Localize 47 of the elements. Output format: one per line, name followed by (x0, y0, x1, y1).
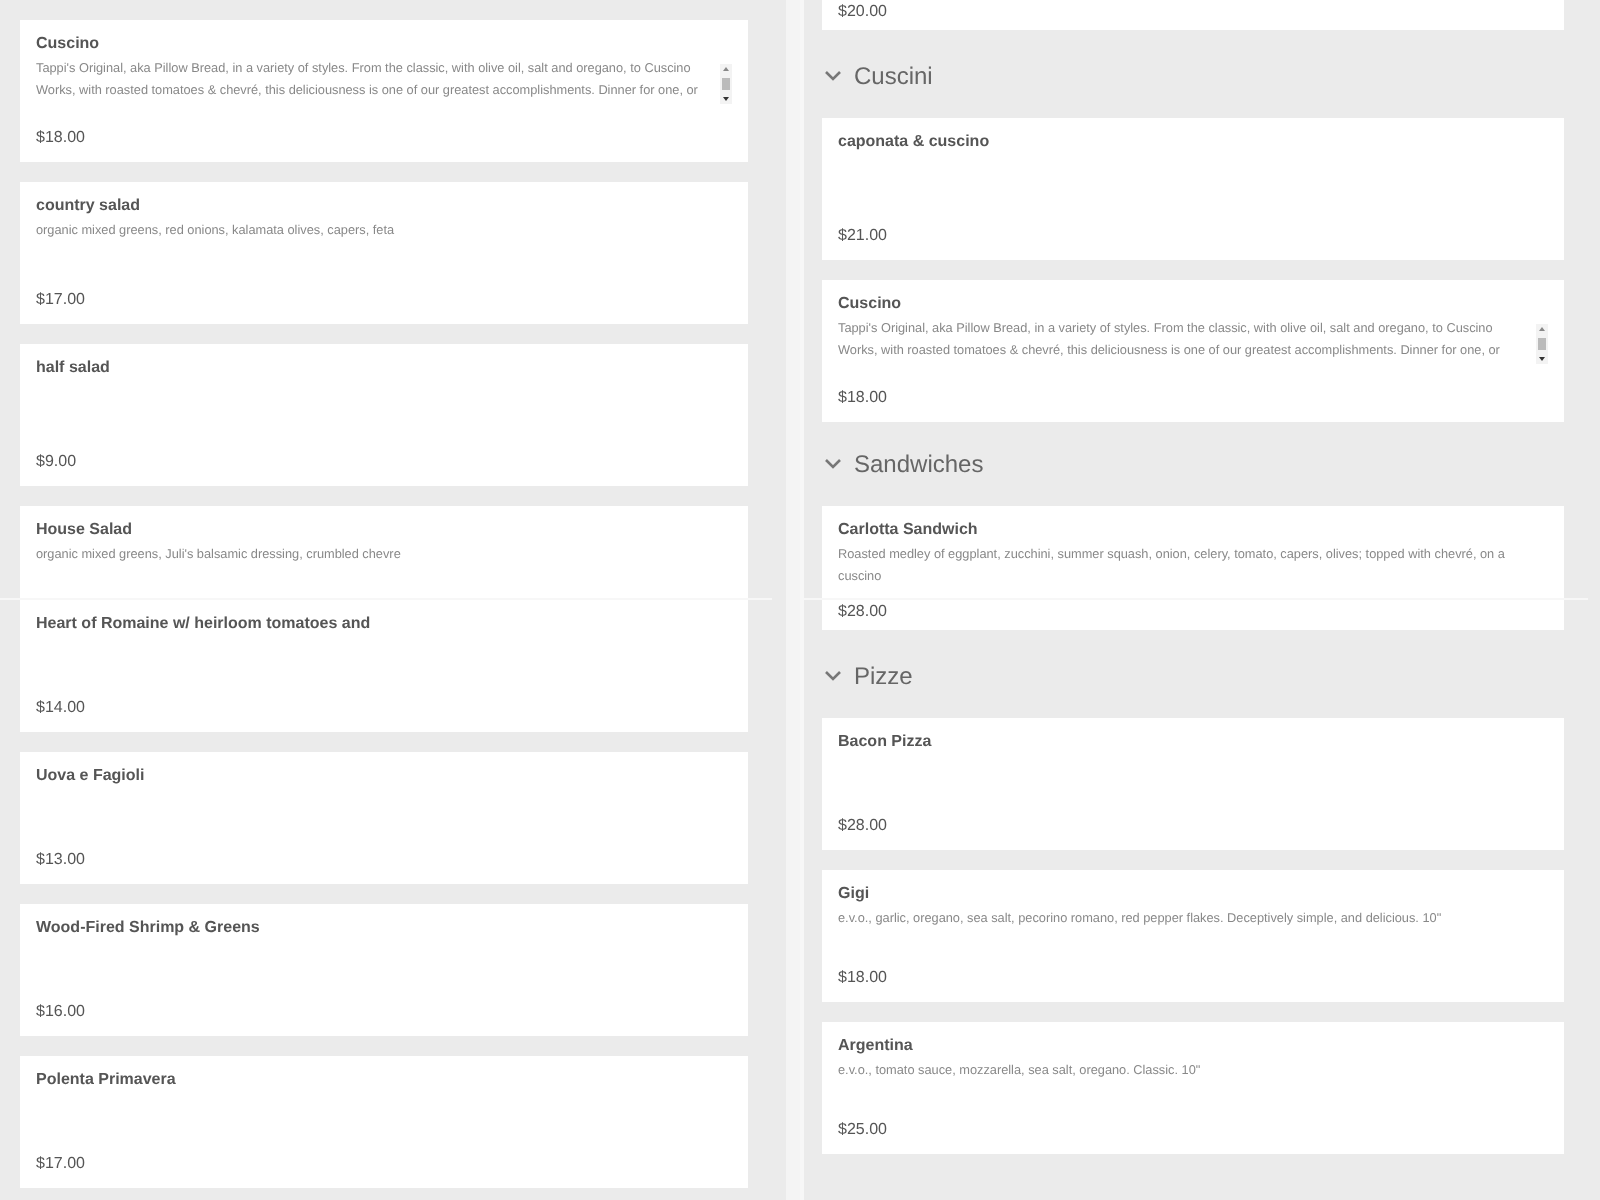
section-heading[interactable]: Pizze (854, 658, 913, 694)
item-title: Uova e Fagioli (36, 766, 147, 786)
menu-item-card[interactable]: Uova e Fagioli $13.00 (20, 752, 748, 884)
item-title: House Salad (36, 520, 135, 540)
item-price: $20.00 (838, 2, 887, 22)
menu-item-card[interactable]: Bacon Pizza $28.00 (822, 718, 1564, 850)
item-title: Carlotta Sandwich (838, 520, 980, 540)
item-title: Argentina (838, 1036, 915, 1056)
item-price: $28.00 (838, 816, 889, 836)
chevron-down-icon[interactable] (824, 670, 842, 682)
section-heading[interactable]: Sandwiches (854, 446, 984, 482)
chevron-down-icon[interactable] (824, 458, 842, 470)
menu-item-card[interactable]: Wood-Fired Shrimp & Greens $16.00 (20, 904, 748, 1036)
item-title: Heart of Romaine w/ heirloom tomatoes and (36, 614, 373, 634)
item-price: $28.00 (838, 602, 887, 622)
item-price: $13.00 (36, 850, 87, 870)
item-title: Cuscino (838, 294, 904, 314)
menu-item-card[interactable]: $20.00 (822, 0, 1564, 30)
item-title: Wood-Fired Shrimp & Greens (36, 918, 262, 938)
item-price: $18.00 (838, 388, 889, 408)
item-title: Bacon Pizza (838, 732, 934, 752)
item-title: caponata & cuscino (838, 132, 992, 152)
chevron-down-icon[interactable] (824, 70, 842, 82)
item-price: $21.00 (838, 226, 889, 246)
item-price: $17.00 (36, 290, 87, 310)
item-title: Cuscino (36, 34, 102, 54)
menu-item-card[interactable]: $28.00 (822, 600, 1564, 630)
menu-item-card[interactable] (822, 280, 1564, 422)
item-price: $25.00 (838, 1120, 889, 1140)
menu-item-card[interactable]: half salad $9.00 (20, 344, 748, 486)
item-price: $17.00 (36, 1154, 87, 1174)
item-price: $18.00 (838, 968, 889, 988)
item-title: half salad (36, 358, 112, 378)
section-heading[interactable]: Cuscini (854, 58, 933, 94)
menu-item-card[interactable]: Heart of Romaine w/ heirloom tomatoes and $14.00 (20, 600, 748, 732)
menu-item-card[interactable]: caponata & cuscino $21.00 (822, 118, 1564, 260)
scrollbar-icon[interactable] (720, 64, 732, 104)
menu-item-card[interactable]: Polenta Primavera $17.00 (20, 1056, 748, 1188)
item-title: Gigi (838, 884, 872, 904)
scrollbar-icon[interactable] (1536, 324, 1548, 364)
item-price: $9.00 (36, 452, 79, 472)
item-title: country salad (36, 196, 143, 216)
item-price: $16.00 (36, 1002, 87, 1022)
item-title: Polenta Primavera (36, 1070, 178, 1090)
item-price: $18.00 (36, 128, 87, 148)
item-price: $14.00 (36, 698, 87, 718)
menu-item-card[interactable] (20, 20, 748, 162)
